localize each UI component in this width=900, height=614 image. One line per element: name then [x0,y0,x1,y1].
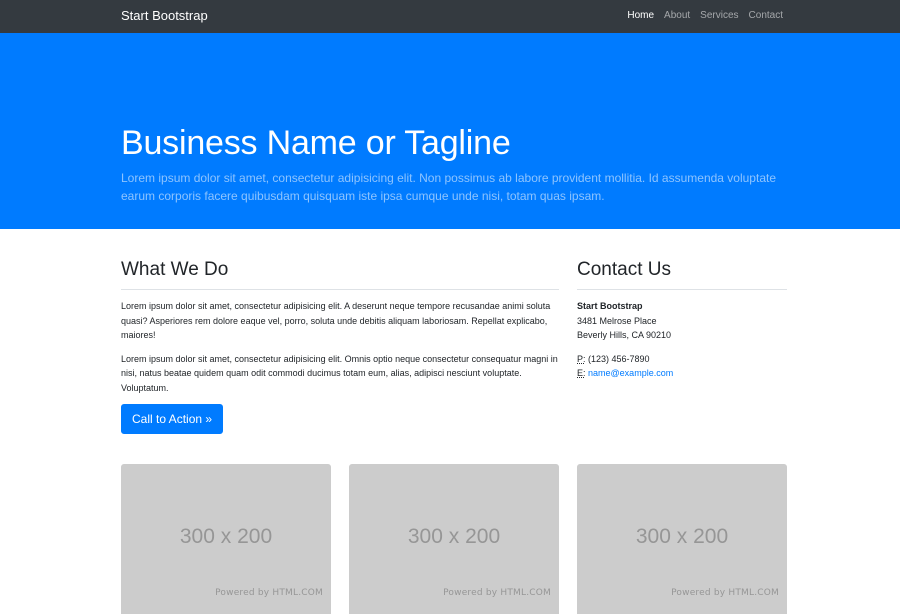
phone-number: (123) 456-7890 [585,353,650,364]
placeholder-credit: Powered by HTML.COM [215,588,323,598]
what-we-do-paragraph-1: Lorem ipsum dolor sit amet, consectetur … [121,301,551,340]
placeholder-image-1: 300 x 200 Powered by HTML.COM [121,464,331,614]
nav-link-home[interactable]: Home [627,10,654,21]
street-address: 3481 Melrose Place [577,315,657,326]
nav-link-services[interactable]: Services [700,10,738,21]
nav-links: Home About Services Contact [617,10,783,21]
hero-banner: Business Name or Tagline Lorem ipsum dol… [0,33,900,229]
call-to-action-button[interactable]: Call to Action » [121,404,224,434]
placeholder-size-label: 300 x 200 [179,525,273,548]
what-we-do-heading: What We Do [121,258,559,290]
city-address: Beverly Hills, CA 90210 [577,330,672,340]
email-link[interactable]: name@example.com [588,368,673,378]
placeholder-credit: Powered by HTML.COM [443,588,551,598]
email-abbr: E: [577,368,586,378]
address-block: Start Bootstrap 3481 Melrose Place Bever… [577,299,787,343]
what-we-do-section: What We Do Lorem ipsum dolor sit amet, c… [121,258,559,434]
placeholder-size-label: 300 x 200 [407,525,501,548]
nav-link-about[interactable]: About [664,10,690,21]
placeholder-size-label: 300 x 200 [635,525,729,548]
placeholder-image-2: 300 x 200 Powered by HTML.COM [349,464,559,614]
hero-title: Business Name or Tagline [121,124,511,162]
navbar-brand[interactable]: Start Bootstrap [121,8,208,23]
contact-heading: Contact Us [577,258,787,290]
company-name: Start Bootstrap [577,301,643,311]
top-navbar: Start Bootstrap Home About Services Cont… [0,0,900,33]
placeholder-credit: Powered by HTML.COM [671,588,779,598]
placeholder-image-3: 300 x 200 Powered by HTML.COM [577,464,787,614]
contact-details: P: (123) 456-7890 E: name@example.com [577,352,787,381]
hero-lead: Lorem ipsum dolor sit amet, consectetur … [121,171,776,203]
phone-abbr: P: [577,353,586,364]
what-we-do-paragraph-2: Lorem ipsum dolor sit amet, consectetur … [121,353,558,393]
contact-section: Contact Us Start Bootstrap 3481 Melrose … [577,258,787,381]
nav-link-contact[interactable]: Contact [749,10,783,21]
